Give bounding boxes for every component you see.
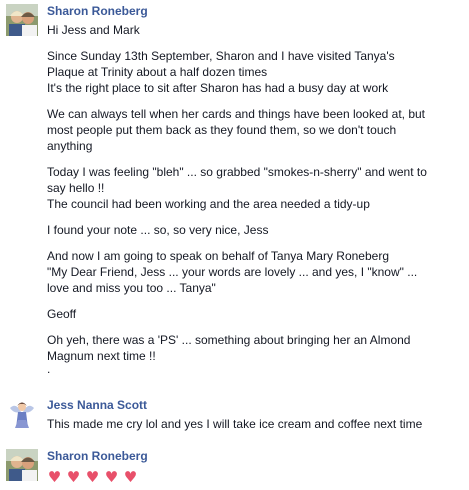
comment-paragraph: And now I am going to speak on behalf of… (47, 248, 465, 296)
text-line: Plaque at Trinity about a half dozen tim… (47, 65, 268, 79)
avatar-photo-couple[interactable] (6, 449, 38, 481)
avatar-fairy[interactable] (6, 398, 38, 430)
text-line: love and miss you too ... Tanya" (47, 281, 216, 295)
text-line: . (47, 362, 51, 376)
comment-paragraph: Oh yeh, there was a 'PS' ... something a… (47, 332, 465, 376)
comment-paragraph: Since Sunday 13th September, Sharon and … (47, 48, 465, 96)
text-line: "My Dear Friend, Jess ... your words are… (47, 265, 418, 279)
heart-icon: ♥ (85, 468, 100, 486)
text-line: The council had been working and the are… (47, 197, 370, 211)
text-line: Geoff (47, 307, 77, 321)
comment-paragraph: I found your note ... so, so very nice, … (47, 222, 465, 238)
text-line: This made me cry lol and yes I will take… (47, 417, 423, 431)
text-line: Hi Jess and Mark (47, 23, 140, 37)
author-link[interactable]: Sharon Roneberg (47, 449, 465, 463)
heart-icon: ♥ (66, 468, 81, 486)
text-line: And now I am going to speak on behalf of… (47, 249, 389, 263)
hearts-row: ♥ ♥ ♥ ♥ ♥ (47, 469, 465, 485)
comment-thread: Sharon Roneberg Hi Jess and Mark Since S… (0, 0, 469, 490)
comment-paragraph: This made me cry lol and yes I will take… (47, 416, 465, 432)
comment-paragraph: Today I was feeling "bleh" ... so grabbe… (47, 164, 465, 212)
comment-body: Jess Nanna Scott This made me cry lol an… (47, 398, 465, 432)
text-line: We can always tell when her cards and th… (47, 107, 426, 121)
text-line: Today I was feeling "bleh" ... so grabbe… (47, 165, 427, 179)
heart-icon: ♥ (47, 468, 62, 486)
text-line: Since Sunday 13th September, Sharon and … (47, 49, 395, 63)
comment-body: Sharon Roneberg ♥ ♥ ♥ ♥ ♥ (47, 449, 465, 485)
text-line: anything (47, 139, 93, 153)
text-line: It's the right place to sit after Sharon… (47, 81, 389, 95)
comment-body: Sharon Roneberg Hi Jess and Mark Since S… (47, 4, 465, 376)
text-line: most people put them back as they found … (47, 123, 397, 137)
heart-icon: ♥ (104, 468, 119, 486)
author-link[interactable]: Sharon Roneberg (47, 4, 465, 18)
comment-paragraph: We can always tell when her cards and th… (47, 106, 465, 154)
heart-icon: ♥ (123, 468, 138, 486)
author-link[interactable]: Jess Nanna Scott (47, 398, 465, 412)
text-line: I found your note ... so, so very nice, … (47, 223, 269, 237)
avatar-photo-couple[interactable] (6, 4, 38, 36)
comment-paragraph: Geoff (47, 306, 465, 322)
text-line: Magnum next time !! (47, 349, 156, 363)
comment-paragraph: Hi Jess and Mark (47, 22, 465, 38)
text-line: say hello !! (47, 181, 105, 195)
text-line: Oh yeh, there was a 'PS' ... something a… (47, 333, 411, 347)
